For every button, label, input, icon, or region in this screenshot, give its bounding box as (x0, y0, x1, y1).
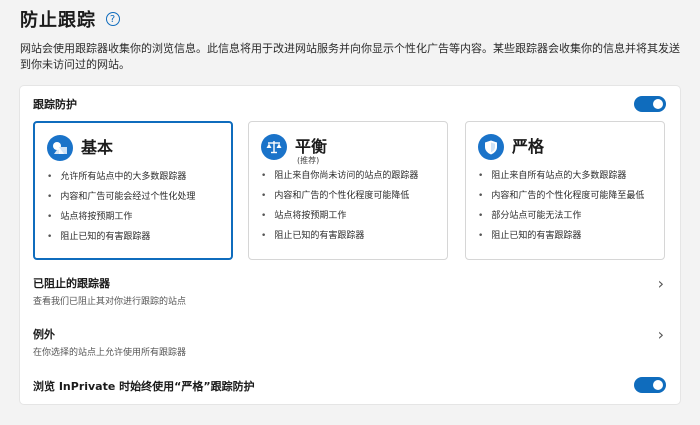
level-subtitle-balanced: (推荐) (297, 156, 320, 165)
inprivate-strict-toggle[interactable] (634, 377, 666, 393)
chevron-right-icon[interactable]: › (658, 276, 664, 292)
shield-icon (478, 134, 504, 160)
tracking-settings-panel: 跟踪防护 基本 允许所有站点中的大多数跟踪器 内容和广告可能会经过个性化处理 站… (20, 86, 680, 404)
bullet-item: 内容和广告的个性化程度可能降低 (261, 192, 418, 212)
bullet-item: 站点将按预期工作 (47, 213, 195, 233)
tracking-prevention-label: 跟踪防护 (33, 98, 77, 111)
bullet-item: 内容和广告可能会经过个性化处理 (47, 193, 195, 213)
exceptions-row[interactable]: 例外 在你选择的站点上允许使用所有跟踪器 › (20, 326, 680, 372)
inprivate-strict-label: 浏览 InPrivate 时始终使用“严格”跟踪防护 (33, 380, 255, 393)
level-bullets-basic: 允许所有站点中的大多数跟踪器 内容和广告可能会经过个性化处理 站点将按预期工作 … (47, 173, 195, 253)
bullet-item: 阻止来自你尚未访问的站点的跟踪器 (261, 172, 418, 192)
level-bullets-strict: 阻止来自所有站点的大多数跟踪器 内容和广告的个性化程度可能降至最低 部分站点可能… (478, 172, 644, 252)
help-circle-icon[interactable]: ? (106, 12, 120, 26)
level-bullets-balanced: 阻止来自你尚未访问的站点的跟踪器 内容和广告的个性化程度可能降低 站点将按预期工… (261, 172, 418, 252)
scale-icon (261, 134, 287, 160)
bullet-item: 阻止已知的有害跟踪器 (47, 233, 195, 253)
bullet-item: 站点将按预期工作 (261, 212, 418, 232)
level-card-basic[interactable]: 基本 允许所有站点中的大多数跟踪器 内容和广告可能会经过个性化处理 站点将按预期… (33, 121, 233, 260)
level-title-balanced: 平衡 (295, 137, 328, 156)
shapes-icon (47, 135, 73, 161)
page-description: 网站会使用跟踪器收集你的浏览信息。此信息将用于改进网站服务并向你显示个性化广告等… (20, 42, 680, 71)
page-title: 防止跟踪 ? (20, 6, 120, 32)
bullet-item: 允许所有站点中的大多数跟踪器 (47, 173, 195, 193)
level-card-balanced[interactable]: 平衡 (推荐) 阻止来自你尚未访问的站点的跟踪器 内容和广告的个性化程度可能降低… (248, 121, 448, 260)
bullet-item: 阻止来自所有站点的大多数跟踪器 (478, 172, 644, 192)
chevron-right-icon[interactable]: › (658, 327, 664, 343)
blocked-trackers-title: 已阻止的跟踪器 (33, 277, 110, 290)
bullet-item: 阻止已知的有害跟踪器 (478, 232, 644, 252)
bullet-item: 阻止已知的有害跟踪器 (261, 232, 418, 252)
exceptions-title: 例外 (33, 328, 55, 341)
tracking-prevention-toggle[interactable] (634, 96, 666, 112)
exceptions-subtitle: 在你选择的站点上允许使用所有跟踪器 (33, 348, 187, 358)
level-title-strict: 严格 (512, 137, 545, 156)
blocked-trackers-row[interactable]: 已阻止的跟踪器 查看我们已阻止其对你进行跟踪的站点 › (20, 275, 680, 321)
blocked-trackers-subtitle: 查看我们已阻止其对你进行跟踪的站点 (33, 297, 187, 307)
bullet-item: 内容和广告的个性化程度可能降至最低 (478, 192, 644, 212)
level-card-strict[interactable]: 严格 阻止来自所有站点的大多数跟踪器 内容和广告的个性化程度可能降至最低 部分站… (465, 121, 665, 260)
bullet-item: 部分站点可能无法工作 (478, 212, 644, 232)
page-title-text: 防止跟踪 (20, 10, 96, 31)
level-title-basic: 基本 (81, 138, 114, 157)
